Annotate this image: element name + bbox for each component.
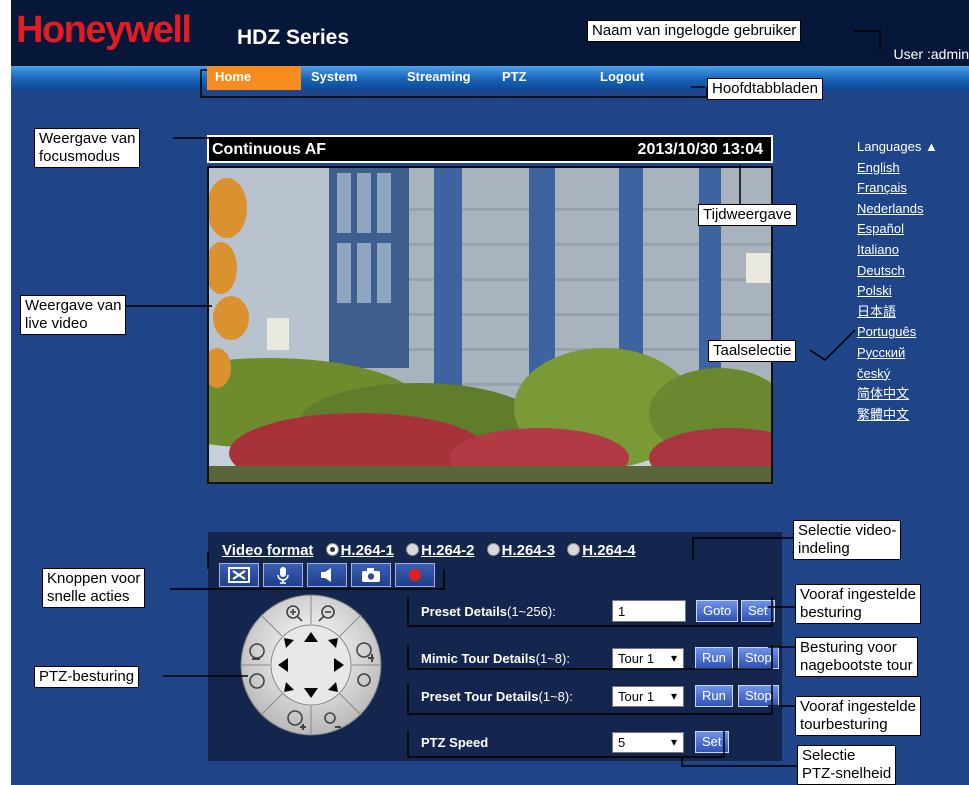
mimic-tour-stop-button[interactable]: Stop	[738, 647, 779, 669]
main-tabs: Home System Streaming PTZ Logout	[11, 66, 969, 90]
video-format-row: Video format H.264-1 H.264-2 H.264-3 H.2…	[222, 542, 636, 559]
preset-number-input[interactable]: 1	[612, 600, 686, 622]
video-status-bar: Continuous AF 2013/10/30 13:04	[207, 135, 773, 163]
ptz-speed-row: PTZ Speed 5 Set	[421, 730, 771, 756]
control-panel: Video format H.264-1 H.264-2 H.264-3 H.2…	[207, 531, 783, 762]
lang-japanese[interactable]: 日本語	[857, 302, 967, 323]
preset-tour-run-button[interactable]: Run	[695, 685, 733, 707]
record-icon	[409, 569, 421, 581]
language-selector: Languages ▲ English Français Nederlands …	[857, 137, 967, 425]
product-title: HDZ Series	[237, 26, 350, 49]
microphone-button[interactable]	[263, 563, 303, 587]
format-label-1[interactable]: H.264-1	[341, 542, 394, 559]
header-bar: Honeywell HDZ Series User :admin	[11, 0, 969, 66]
callout-focus-mode: Weergave van focusmodus	[34, 128, 141, 168]
preset-details-row: Preset Details(1~256): 1 Goto Set	[421, 599, 775, 625]
lang-nederlands[interactable]: Nederlands	[857, 199, 967, 220]
callout-main-tabs: Hoofdtabbladen	[707, 78, 823, 100]
callout-user-name: Naam van ingelogde gebruiker	[587, 20, 802, 42]
live-video-image	[209, 168, 771, 482]
callout-mimic-tour: Besturing voor nagebootste tour	[795, 637, 918, 677]
callout-video-format: Selectie video- indeling	[793, 520, 902, 560]
format-radio-2[interactable]	[406, 543, 420, 556]
preset-tour-range: (1~8):	[538, 689, 573, 704]
mimic-tour-run-button[interactable]: Run	[695, 647, 733, 669]
preset-tour-select[interactable]: Tour 1	[612, 686, 684, 707]
lang-english[interactable]: English	[857, 158, 967, 179]
lang-deutsch[interactable]: Deutsch	[857, 261, 967, 282]
callout-quick-actions: Knoppen voor snelle acties	[42, 568, 146, 608]
format-label-4[interactable]: H.264-4	[582, 542, 635, 559]
honeywell-logo: Honeywell	[16, 9, 192, 51]
callout-ptz-control: PTZ-besturing	[34, 666, 140, 688]
tab-home[interactable]: Home	[207, 66, 301, 90]
fullscreen-icon	[228, 567, 250, 583]
datetime-display: 2013/10/30 13:04	[637, 141, 763, 158]
preset-tour-row: Preset Tour Details(1~8): Tour 1 Run Sto…	[421, 684, 779, 710]
format-label-3[interactable]: H.264-3	[502, 542, 555, 559]
mimic-tour-row: Mimic Tour Details(1~8): Tour 1 Run Stop	[421, 646, 779, 672]
speaker-button[interactable]	[307, 563, 347, 587]
live-video[interactable]	[207, 166, 773, 484]
ptz-speed-select[interactable]: 5	[612, 732, 684, 753]
tab-system[interactable]: System	[311, 66, 357, 90]
format-radio-1[interactable]	[325, 543, 339, 556]
preset-tour-label: Preset Tour Details	[421, 689, 539, 704]
format-radio-3[interactable]	[486, 543, 500, 556]
mimic-tour-range: (1~8):	[535, 651, 570, 666]
tab-ptz[interactable]: PTZ	[502, 66, 527, 90]
format-radio-4[interactable]	[567, 543, 581, 556]
mimic-tour-label: Mimic Tour Details	[421, 651, 536, 666]
format-label-2[interactable]: H.264-2	[421, 542, 474, 559]
preset-tour-stop-button[interactable]: Stop	[738, 685, 779, 707]
tab-logout[interactable]: Logout	[600, 66, 644, 90]
focus-mode-display: Continuous AF	[212, 141, 327, 158]
logged-in-user: User :admin	[893, 46, 969, 62]
mimic-tour-select[interactable]: Tour 1	[612, 648, 684, 669]
ptz-speed-label: PTZ Speed	[421, 735, 489, 750]
lang-chinese-traditional[interactable]: 繁體中文	[857, 405, 967, 426]
preset-details-range: (1~256):	[507, 604, 556, 619]
callout-time-display: Tijdweergave	[698, 204, 797, 226]
fullscreen-button[interactable]	[219, 563, 259, 587]
preset-details-label: Preset Details	[421, 604, 507, 619]
lang-francais[interactable]: Français	[857, 178, 967, 199]
snapshot-camera-icon	[362, 568, 380, 582]
preset-set-button[interactable]: Set	[741, 600, 775, 622]
microphone-icon	[277, 567, 289, 584]
callout-ptz-speed: Selectie PTZ-snelheid	[797, 745, 897, 785]
lang-czech[interactable]: český	[857, 364, 967, 385]
video-format-label: Video format	[222, 542, 314, 559]
lang-portugues[interactable]: Português	[857, 322, 967, 343]
languages-header[interactable]: Languages ▲	[857, 137, 967, 158]
lang-russian[interactable]: Русский	[857, 343, 967, 364]
record-button[interactable]	[395, 563, 435, 587]
speaker-icon	[321, 568, 331, 582]
callout-preset-tour: Vooraf ingestelde tourbesturing	[795, 696, 921, 736]
lang-chinese-simplified[interactable]: 简体中文	[857, 384, 967, 405]
lang-polski[interactable]: Polski	[857, 281, 967, 302]
ptz-speed-set-button[interactable]: Set	[695, 731, 729, 753]
snapshot-button[interactable]	[351, 563, 391, 587]
ptz-control[interactable]	[240, 594, 382, 736]
tab-streaming[interactable]: Streaming	[407, 66, 471, 90]
lang-espanol[interactable]: Español	[857, 219, 967, 240]
callout-live-video: Weergave van live video	[20, 295, 127, 335]
preset-goto-button[interactable]: Goto	[696, 600, 739, 622]
callout-preset-control: Vooraf ingestelde besturing	[795, 584, 921, 624]
callout-language-select: Taalselectie	[708, 340, 797, 362]
lang-italiano[interactable]: Italiano	[857, 240, 967, 261]
